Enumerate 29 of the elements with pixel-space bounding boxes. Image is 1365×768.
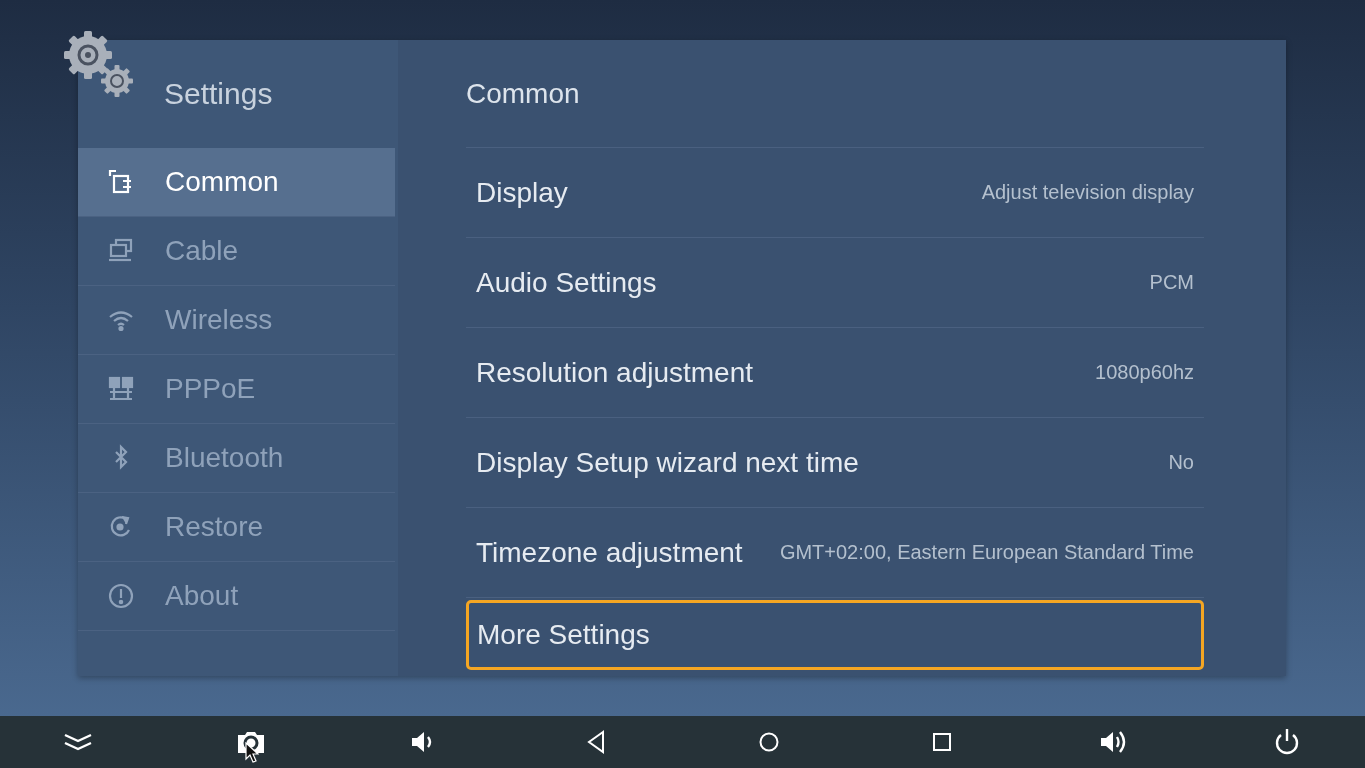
network-icon: [107, 375, 135, 403]
row-label: Display: [476, 176, 568, 209]
sidebar-item[interactable]: Restore: [78, 493, 395, 562]
sidebar-title: Settings: [164, 77, 273, 111]
row-value: 1080p60hz: [1095, 361, 1194, 384]
row-value: GMT+02:00, Eastern European Standard Time: [779, 541, 1194, 564]
sidebar-item[interactable]: PPPoE: [78, 355, 395, 424]
settings-row[interactable]: Display Setup wizard next time No: [466, 418, 1204, 508]
section-title: Common: [466, 77, 580, 110]
row-label: Resolution adjustment: [476, 356, 754, 389]
sidebar-item[interactable]: Cable: [78, 217, 395, 286]
sidebar-item[interactable]: About: [78, 562, 395, 631]
info-icon: [107, 582, 135, 610]
row-value: Adjust television display: [981, 181, 1194, 204]
row-label: Display Setup wizard next time: [476, 446, 859, 479]
row-label: Audio Settings: [476, 266, 657, 299]
row-value: No: [1168, 451, 1194, 474]
settings-row[interactable]: Audio Settings PCM: [466, 238, 1204, 328]
row-value: PCM: [1149, 271, 1194, 294]
row-label: Timezone adjustment: [476, 536, 743, 569]
sidebar-item[interactable]: Wireless: [78, 286, 395, 355]
sidebar-item[interactable]: Bluetooth: [78, 424, 395, 493]
settings-row[interactable]: Timezone adjustment GMT+02:00, Eastern European Standard Time: [466, 508, 1204, 598]
mouse-pointer-icon: [245, 742, 259, 764]
settings-row[interactable]: More Settings: [466, 600, 1204, 670]
row-label: More Settings: [477, 619, 650, 651]
sidebar-item[interactable]: Common: [78, 148, 395, 217]
settings-row[interactable]: Display Adjust television display: [466, 148, 1204, 238]
settings-row[interactable]: Resolution adjustment 1080p60hz: [466, 328, 1204, 418]
